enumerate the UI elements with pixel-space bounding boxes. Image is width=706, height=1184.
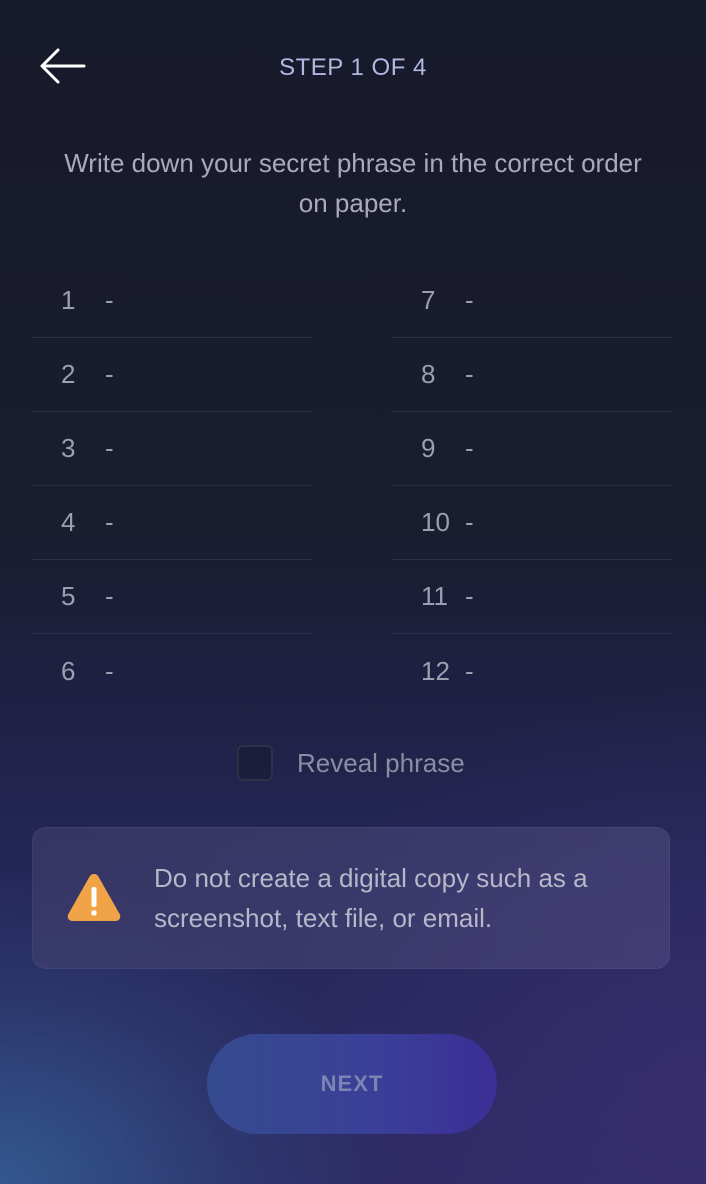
warning-triangle-icon <box>67 874 121 921</box>
word-number: 6 <box>61 655 76 686</box>
word-number: 4 <box>61 507 76 537</box>
word-number: 5 <box>61 581 76 611</box>
word-number: 9 <box>421 433 436 463</box>
phrase-word-row: 5 - <box>32 560 312 634</box>
phrase-word-row: 11 - <box>392 560 672 634</box>
word-value: - <box>105 581 114 611</box>
word-value: - <box>465 507 474 537</box>
reveal-phrase-checkbox[interactable] <box>237 745 273 781</box>
phrase-word-row: 1 - <box>32 264 312 338</box>
word-value: - <box>465 655 474 686</box>
word-number: 12 <box>421 655 450 686</box>
next-button[interactable]: NEXT <box>207 1034 497 1134</box>
word-number: 1 <box>61 285 76 315</box>
phrase-word-row: 3 - <box>32 412 312 486</box>
word-number: 11 <box>421 581 448 611</box>
reveal-phrase-label: Reveal phrase <box>297 747 465 778</box>
word-number: 2 <box>61 359 76 389</box>
word-value: - <box>465 433 474 463</box>
phrase-word-row: 7 - <box>392 264 672 338</box>
phrase-word-row: 9 - <box>392 412 672 486</box>
phrase-column-left: 1 - 2 - 3 - 4 - 5 - 6 - <box>32 264 312 708</box>
word-number: 3 <box>61 433 76 463</box>
word-value: - <box>105 507 114 537</box>
word-value: - <box>105 655 114 686</box>
phrase-word-row: 6 - <box>32 634 312 708</box>
phrase-word-row: 12 - <box>392 634 672 708</box>
phrase-word-row: 4 - <box>32 486 312 560</box>
word-value: - <box>465 581 474 611</box>
word-value: - <box>465 359 474 389</box>
word-value: - <box>105 359 114 389</box>
word-value: - <box>465 285 474 315</box>
instructions-text: Write down your secret phrase in the cor… <box>64 148 642 218</box>
word-number: 10 <box>421 507 450 537</box>
secret-phrase-screen: STEP 1 OF 4 Write down your secret phras… <box>0 0 706 1184</box>
phrase-word-row: 10 - <box>392 486 672 560</box>
phrase-word-row: 2 - <box>32 338 312 412</box>
phrase-column-right: 7 - 8 - 9 - 10 - 11 - 12 - <box>392 264 672 708</box>
reveal-phrase-toggle[interactable]: Reveal phrase <box>237 745 465 781</box>
phrase-word-row: 8 - <box>392 338 672 412</box>
warning-text: Do not create a digital copy such as a s… <box>154 863 588 933</box>
word-value: - <box>105 285 114 315</box>
word-number: 8 <box>421 359 436 389</box>
step-indicator: STEP 1 OF 4 <box>279 54 427 81</box>
word-value: - <box>105 433 114 463</box>
warning-card: Do not create a digital copy such as a s… <box>32 827 670 969</box>
word-number: 7 <box>421 285 436 315</box>
